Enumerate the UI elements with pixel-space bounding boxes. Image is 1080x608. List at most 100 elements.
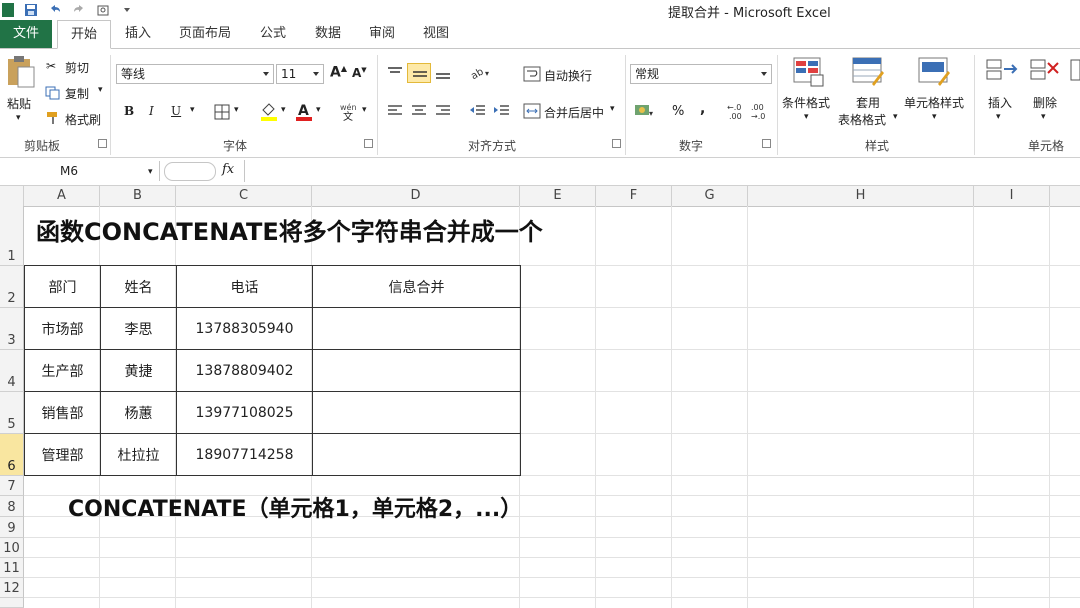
align-right-icon[interactable] bbox=[434, 103, 452, 119]
row-header[interactable]: 1 bbox=[0, 206, 24, 266]
align-center-icon[interactable] bbox=[410, 103, 428, 119]
orientation-icon[interactable]: ab ▾ bbox=[469, 64, 493, 82]
column-header[interactable]: H bbox=[748, 186, 974, 206]
row-header[interactable]: 12 bbox=[0, 578, 24, 598]
delete-dropdown-icon[interactable]: ▾ bbox=[1041, 112, 1046, 122]
copy-button[interactable]: 复制 bbox=[65, 85, 89, 102]
wrap-text-button[interactable]: 自动换行 bbox=[544, 67, 592, 84]
insert-dropdown-icon[interactable]: ▾ bbox=[996, 112, 1001, 122]
column-header[interactable]: F bbox=[596, 186, 672, 206]
table-cell[interactable]: 杜拉拉 bbox=[100, 433, 177, 476]
paste-button[interactable]: 粘贴 bbox=[7, 95, 31, 112]
table-cell[interactable]: 13878809402 bbox=[176, 349, 313, 392]
table-cell[interactable]: 市场部 bbox=[24, 307, 101, 350]
table-cell[interactable]: 管理部 bbox=[24, 433, 101, 476]
table-header-cell[interactable]: 电话 bbox=[176, 265, 313, 308]
align-bottom-icon[interactable] bbox=[434, 65, 452, 81]
percent-button[interactable]: % bbox=[672, 104, 684, 119]
format-painter-button[interactable]: 格式刷 bbox=[65, 111, 101, 128]
format-cells-icon[interactable] bbox=[1070, 57, 1080, 87]
table-header-cell[interactable]: 信息合并 bbox=[312, 265, 521, 308]
table-cell[interactable]: 李思 bbox=[100, 307, 177, 350]
alignment-launcher-icon[interactable] bbox=[612, 139, 621, 148]
column-header[interactable] bbox=[1050, 186, 1080, 206]
fill-color-icon[interactable] bbox=[259, 101, 279, 121]
tab-page-layout[interactable]: 页面布局 bbox=[175, 20, 235, 47]
insert-cells-button[interactable]: 插入 bbox=[988, 94, 1012, 111]
row-header[interactable]: 10 bbox=[0, 538, 24, 558]
clipboard-launcher-icon[interactable] bbox=[98, 139, 107, 148]
align-top-icon[interactable] bbox=[386, 65, 404, 81]
merge-dropdown-icon[interactable]: ▾ bbox=[610, 104, 615, 114]
bold-button[interactable]: B bbox=[124, 104, 134, 118]
cut-button[interactable]: 剪切 bbox=[65, 59, 89, 76]
row-header[interactable]: 9 bbox=[0, 517, 24, 538]
phonetic-guide-icon[interactable]: wén文 bbox=[339, 101, 361, 121]
comma-button[interactable]: , bbox=[700, 101, 705, 117]
font-launcher-icon[interactable] bbox=[364, 139, 373, 148]
italic-button[interactable]: I bbox=[149, 104, 154, 118]
save-icon[interactable] bbox=[24, 3, 38, 17]
format-as-table-label-1[interactable]: 套用 bbox=[856, 94, 880, 111]
grow-font-icon[interactable]: A▲ bbox=[330, 64, 347, 81]
paste-dropdown-icon[interactable]: ▾ bbox=[16, 113, 21, 123]
table-cell[interactable] bbox=[312, 391, 521, 434]
tab-view[interactable]: 视图 bbox=[418, 20, 454, 47]
column-header[interactable]: D bbox=[312, 186, 520, 206]
column-header[interactable]: C bbox=[176, 186, 312, 206]
row-header[interactable]: 11 bbox=[0, 558, 24, 578]
sheet-heading-cell[interactable]: 函数CONCATENATE将多个字符串合并成一个 bbox=[36, 212, 543, 247]
tab-formulas[interactable]: 公式 bbox=[255, 20, 291, 47]
borders-icon[interactable] bbox=[214, 104, 230, 120]
number-launcher-icon[interactable] bbox=[762, 139, 771, 148]
align-left-icon[interactable] bbox=[386, 103, 404, 119]
underline-button[interactable]: U bbox=[171, 104, 181, 118]
redo-icon[interactable] bbox=[72, 3, 86, 17]
phonetic-dropdown-icon[interactable]: ▾ bbox=[362, 105, 367, 115]
column-header[interactable]: E bbox=[520, 186, 596, 206]
tab-file[interactable]: 文件 bbox=[0, 20, 52, 48]
table-cell[interactable]: 生产部 bbox=[24, 349, 101, 392]
row-header[interactable]: 2 bbox=[0, 266, 24, 308]
tab-home[interactable]: 开始 bbox=[57, 20, 111, 49]
column-header[interactable]: I bbox=[974, 186, 1050, 206]
format-table-dropdown-icon[interactable]: ▾ bbox=[893, 112, 898, 122]
name-box-dropdown-icon[interactable]: ▾ bbox=[148, 167, 153, 177]
tab-review[interactable]: 审阅 bbox=[364, 20, 400, 47]
row-header-active[interactable]: 6 bbox=[0, 434, 24, 476]
table-cell[interactable]: 杨蕙 bbox=[100, 391, 177, 434]
undo-icon[interactable] bbox=[48, 3, 62, 17]
fill-color-dropdown-icon[interactable]: ▾ bbox=[281, 105, 286, 115]
customize-qat-icon[interactable] bbox=[120, 3, 134, 17]
decrease-decimal-icon[interactable]: .00→.0 bbox=[750, 101, 772, 121]
name-box[interactable]: M6 bbox=[0, 161, 160, 181]
table-cell[interactable]: 黄捷 bbox=[100, 349, 177, 392]
accounting-format-icon[interactable]: ▾ bbox=[634, 103, 654, 119]
formula-input[interactable] bbox=[244, 160, 1080, 182]
print-preview-icon[interactable] bbox=[96, 3, 110, 17]
table-cell[interactable] bbox=[312, 307, 521, 350]
font-color-icon[interactable]: A bbox=[294, 101, 314, 121]
number-format-select[interactable]: 常规 bbox=[630, 64, 772, 84]
decrease-indent-icon[interactable] bbox=[469, 103, 487, 119]
format-as-table-button[interactable]: 表格格式 bbox=[838, 111, 886, 128]
table-cell[interactable] bbox=[312, 349, 521, 392]
tab-insert[interactable]: 插入 bbox=[120, 20, 156, 47]
row-header[interactable]: 3 bbox=[0, 308, 24, 350]
table-header-cell[interactable]: 部门 bbox=[24, 265, 101, 308]
paste-icon[interactable] bbox=[6, 55, 36, 89]
insert-function-icon[interactable]: fx bbox=[222, 162, 234, 177]
copy-dropdown-icon[interactable]: ▾ bbox=[98, 85, 103, 95]
formula-bar-handle[interactable] bbox=[164, 162, 216, 181]
row-header[interactable]: 7 bbox=[0, 476, 24, 496]
shrink-font-icon[interactable]: A▼ bbox=[352, 66, 367, 80]
merge-center-button[interactable]: 合并后居中 bbox=[544, 104, 604, 121]
align-middle-button[interactable] bbox=[407, 63, 431, 83]
increase-decimal-icon[interactable]: ←.0.00 bbox=[726, 101, 748, 121]
conditional-format-button[interactable]: 条件格式 bbox=[782, 94, 830, 111]
row-header[interactable] bbox=[0, 598, 24, 608]
underline-dropdown-icon[interactable]: ▾ bbox=[190, 105, 195, 115]
row-header[interactable]: 4 bbox=[0, 350, 24, 392]
table-header-cell[interactable]: 姓名 bbox=[100, 265, 177, 308]
column-header[interactable]: A bbox=[24, 186, 100, 206]
